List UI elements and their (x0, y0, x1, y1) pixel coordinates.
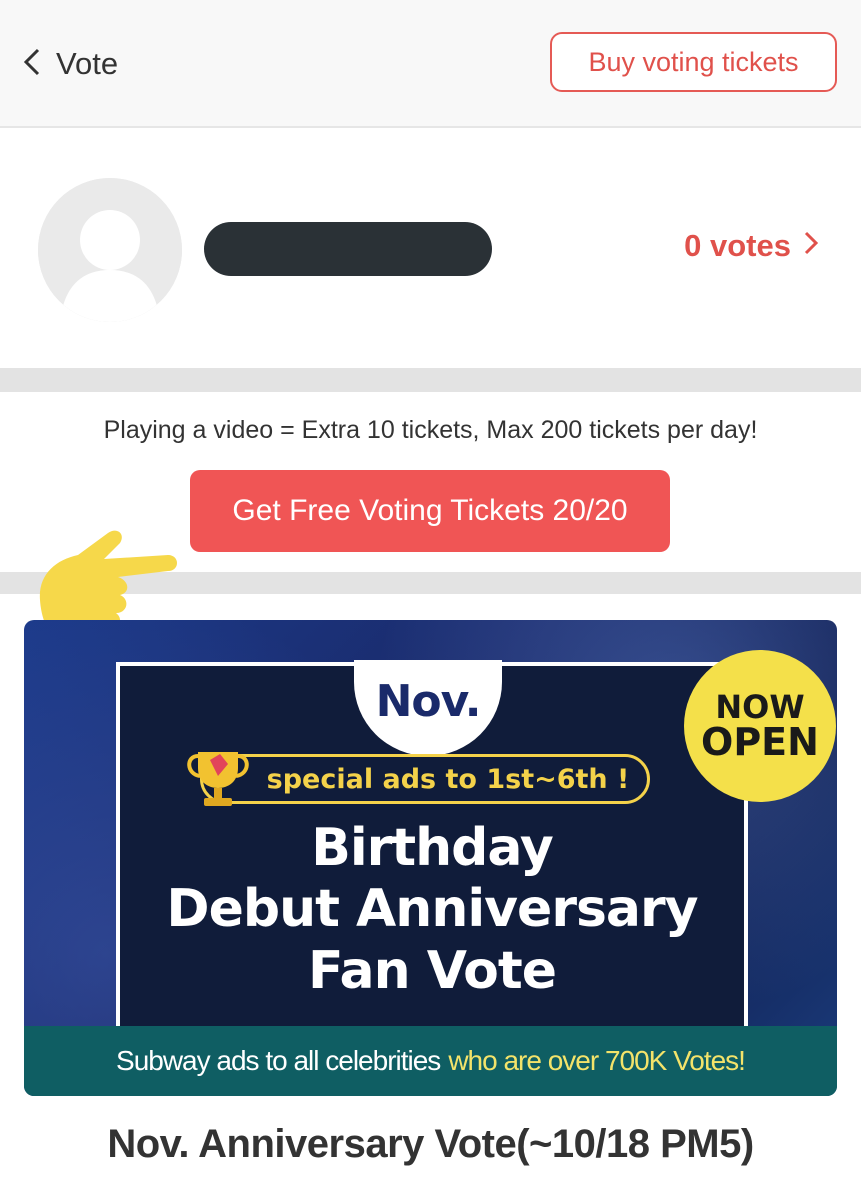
free-tickets-info: Playing a video = Extra 10 tickets, Max … (103, 416, 758, 444)
buy-voting-tickets-button[interactable]: Buy voting tickets (550, 32, 837, 92)
avatar (38, 178, 182, 322)
event-banner[interactable]: Nov. NOW OPEN special ads to 1st~6th ! B… (24, 620, 837, 1096)
banner-footer: Subway ads to all celebrities who are ov… (24, 1026, 837, 1096)
banner-footer-yellow: who are over 700K Votes! (448, 1045, 746, 1076)
now-open-badge: NOW OPEN (684, 650, 836, 802)
banner-title: Birthday Debut Anniversary Fan Vote (116, 818, 748, 1002)
banner-footer-white: Subway ads to all celebrities (116, 1045, 441, 1076)
chevron-right-icon (791, 228, 819, 264)
votes-link[interactable]: 0 votes (684, 228, 819, 264)
now-open-line1: NOW (715, 688, 805, 726)
banner-title-line3: Fan Vote (308, 940, 557, 1001)
section-divider (0, 368, 861, 392)
page-title: Vote (56, 46, 119, 81)
votes-count: 0 votes (684, 228, 791, 263)
get-free-tickets-button[interactable]: Get Free Voting Tickets 20/20 (190, 470, 670, 552)
vote-event-title: Nov. Anniversary Vote(~10/18 PM5) (107, 1122, 754, 1166)
banner-title-line1: Birthday (311, 818, 554, 878)
chevron-left-icon (22, 47, 42, 82)
user-silhouette-icon (38, 178, 182, 322)
trophy-icon (187, 752, 249, 806)
back-button[interactable]: Vote (22, 40, 118, 88)
special-ads-pill: special ads to 1st~6th ! (200, 754, 650, 804)
redacted-username (204, 222, 492, 276)
profile-section: 0 votes (0, 130, 861, 368)
app-header: Vote Buy voting tickets (0, 0, 861, 128)
now-open-line2: OPEN (701, 720, 819, 764)
banner-title-line2: Debut Anniversary (166, 879, 698, 940)
special-ads-text: special ads to 1st~6th ! (266, 763, 630, 795)
